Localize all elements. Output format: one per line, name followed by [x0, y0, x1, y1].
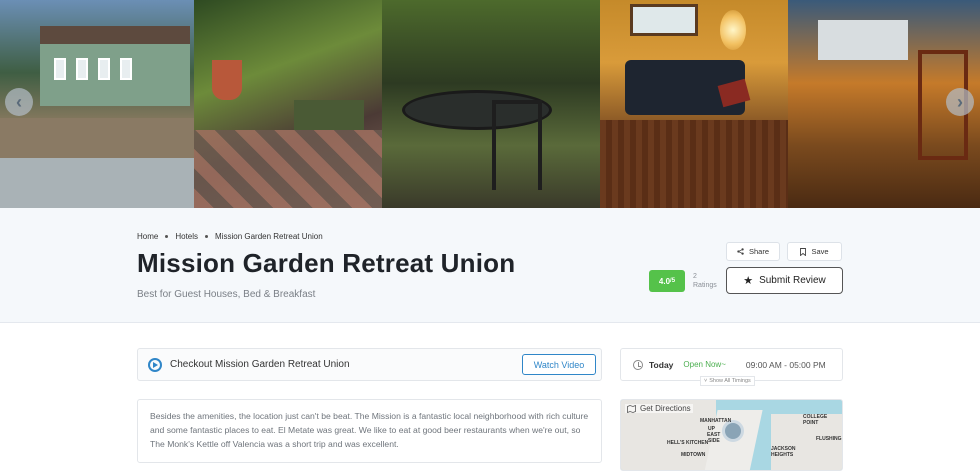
map-label-manhattan: MANHATTAN [700, 418, 732, 424]
description-card: Besides the amenities, the location just… [137, 399, 602, 463]
map-card[interactable]: Get Directions MANHATTAN UP EAST SIDE HE… [620, 399, 843, 471]
get-directions-label: Get Directions [640, 404, 691, 413]
map-label-side: SIDE [708, 438, 720, 444]
video-card: Checkout Mission Garden Retreat Union Wa… [137, 348, 602, 381]
play-circle-icon [148, 357, 162, 372]
save-button[interactable]: Save [787, 242, 842, 261]
hours-day-label: Today [649, 359, 674, 370]
breadcrumb-separator [165, 235, 169, 238]
map-label-heights: HEIGHTS [771, 452, 794, 458]
map-icon [627, 404, 636, 413]
chevron-right-icon: › [957, 91, 963, 112]
map-label-midtown: MIDTOWN [681, 452, 706, 458]
description-text: Besides the amenities, the location just… [150, 411, 589, 449]
listing-header: Home Hotels Mission Garden Retreat Union… [0, 208, 980, 323]
photo-gallery: ‹ › [0, 0, 980, 208]
tile-floor-shape [194, 130, 382, 208]
page-title: Mission Garden Retreat Union [137, 248, 516, 278]
breadcrumb-separator [205, 235, 209, 238]
gallery-photo-living-room[interactable] [600, 0, 788, 208]
show-all-timings-label: Show All Timings [709, 378, 751, 384]
video-text: Checkout Mission Garden Retreat Union [170, 359, 350, 370]
opening-times: 09:00 AM - 05:00 PM [745, 359, 826, 370]
stone-path-shape [0, 158, 194, 208]
garden-bench-shape [294, 100, 364, 130]
watch-video-button[interactable]: Watch Video [522, 354, 596, 375]
map-label-college-point: COLLEGE POINT [803, 414, 828, 426]
rating-value: 4.0 [658, 276, 671, 286]
map-label-flushing: FLUSHING [816, 436, 842, 442]
ratings-count: 2 Ratings [693, 272, 717, 290]
share-icon [737, 248, 744, 255]
share-button[interactable]: Share [726, 242, 780, 261]
submit-review-label: Submit Review [759, 275, 826, 286]
breadcrumb-current: Mission Garden Retreat Union [215, 232, 323, 241]
house-shape [40, 26, 190, 106]
flower-pot-shape [212, 60, 242, 100]
rating-max: /5 [670, 278, 676, 284]
listing-category: Best for Guest Houses, Bed & Breakfast [137, 289, 316, 300]
patio-chair-shape [492, 100, 542, 190]
wood-floor-shape [600, 120, 788, 208]
breadcrumb: Home Hotels Mission Garden Retreat Union [137, 232, 323, 241]
window-shape [630, 4, 698, 36]
open-status: Open Now~ [683, 360, 726, 369]
gallery-photo-patio[interactable] [382, 0, 600, 208]
gallery-photo-garden[interactable] [194, 0, 382, 208]
gallery-prev-button[interactable]: ‹ [5, 88, 33, 116]
stone-wall-shape [0, 118, 194, 158]
breadcrumb-home[interactable]: Home [137, 232, 158, 241]
clock-icon [633, 359, 643, 370]
rating-badge: 4.0/5 [649, 270, 685, 292]
chevron-left-icon: ‹ [16, 91, 22, 112]
breadcrumb-hotels[interactable]: Hotels [175, 232, 198, 241]
lamp-glow-shape [720, 10, 746, 50]
save-label: Save [811, 247, 829, 256]
bed-shape [818, 20, 908, 60]
submit-review-button[interactable]: ★ Submit Review [726, 267, 843, 294]
gallery-next-button[interactable]: › [946, 88, 974, 116]
bookmark-icon [800, 247, 807, 256]
map-label-hells-kitchen: HELL'S KITCHEN [667, 440, 709, 446]
ratings-number: 2 [693, 273, 697, 280]
get-directions-link[interactable]: Get Directions [625, 404, 693, 413]
chevron-down-icon: ˅ [704, 378, 708, 384]
show-all-timings-button[interactable]: ˅ Show All Timings [700, 376, 755, 386]
star-icon: ★ [743, 275, 754, 287]
ratings-label: Ratings [693, 282, 717, 289]
share-label: Share [748, 247, 769, 256]
